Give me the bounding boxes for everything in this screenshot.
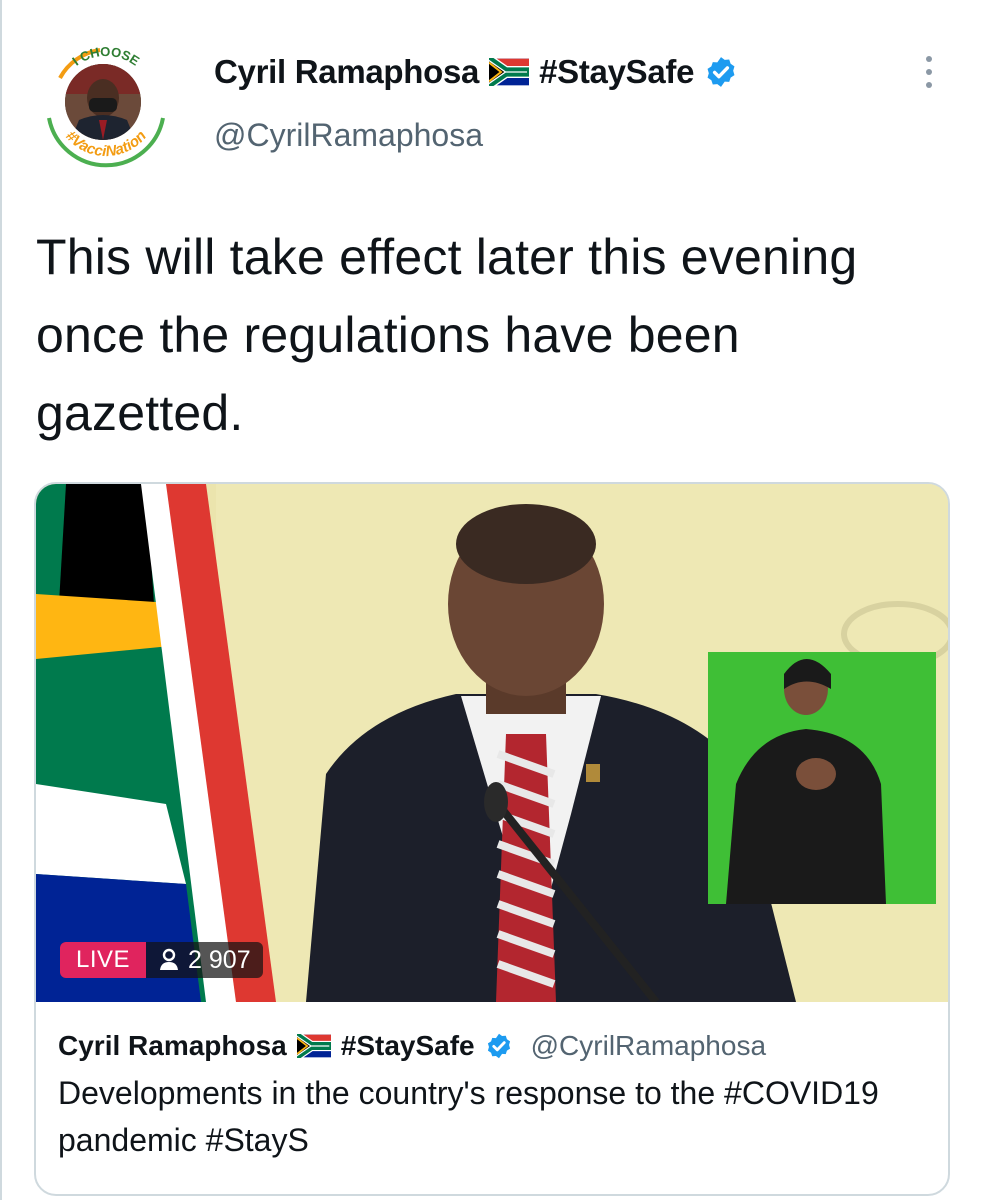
video-thumbnail[interactable]: LIVE 2 907 bbox=[36, 484, 948, 1002]
card-meta: Cyril Ramaphosa #StaySafe @CyrilRamaphos… bbox=[58, 1026, 938, 1164]
verified-badge-icon bbox=[707, 57, 735, 87]
card-author-row[interactable]: Cyril Ramaphosa #StaySafe @CyrilRamaphos… bbox=[58, 1026, 938, 1066]
person-icon bbox=[160, 948, 179, 970]
avatar[interactable]: I CHOOSE #VacciNation bbox=[40, 38, 172, 170]
more-options-icon[interactable] bbox=[914, 52, 944, 92]
verified-badge-icon bbox=[487, 1033, 510, 1059]
more-dot bbox=[926, 69, 932, 75]
more-dot bbox=[926, 82, 932, 88]
card-description: Developments in the country's response t… bbox=[58, 1075, 879, 1158]
live-video-card[interactable]: LIVE 2 907 Cyril Ramaphosa #StaySafe @Cy… bbox=[34, 482, 950, 1196]
author-hashtag[interactable]: #StaySafe bbox=[539, 53, 694, 91]
viewer-count: 2 907 bbox=[146, 946, 263, 975]
author-name[interactable]: Cyril Ramaphosa bbox=[214, 53, 479, 91]
card-author-handle[interactable]: @CyrilRamaphosa bbox=[531, 1030, 766, 1062]
live-indicator: LIVE 2 907 bbox=[60, 942, 263, 978]
screen-edge bbox=[0, 0, 2, 1200]
south-africa-flag-icon bbox=[489, 58, 530, 86]
author-handle[interactable]: @CyrilRamaphosa bbox=[214, 117, 483, 154]
more-dot bbox=[926, 56, 932, 62]
viewer-count-value: 2 907 bbox=[188, 945, 251, 974]
video-frame-illustration bbox=[36, 484, 948, 1002]
south-africa-flag-icon bbox=[296, 1034, 331, 1058]
live-label: LIVE bbox=[60, 942, 147, 978]
card-author-name[interactable]: Cyril Ramaphosa bbox=[58, 1030, 287, 1062]
author-name-row[interactable]: Cyril Ramaphosa #StaySafe bbox=[214, 50, 738, 94]
avatar-photo bbox=[65, 64, 141, 140]
card-author-hashtag[interactable]: #StaySafe bbox=[341, 1030, 475, 1062]
tweet-text: This will take effect later this evening… bbox=[36, 229, 858, 441]
